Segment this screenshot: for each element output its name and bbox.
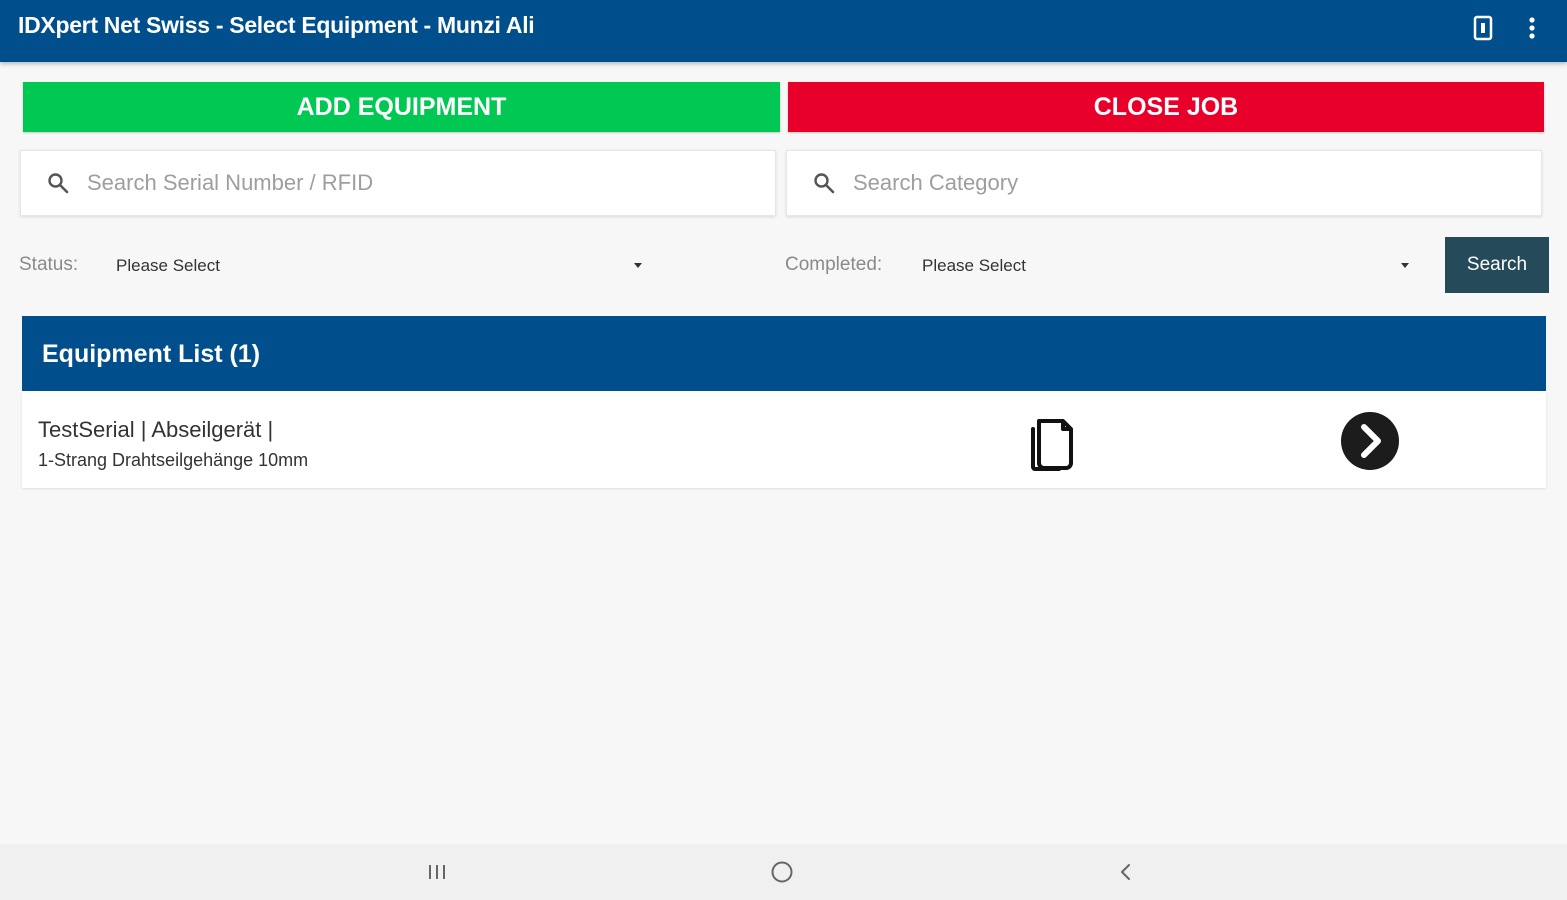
- close-job-button[interactable]: CLOSE JOB: [788, 82, 1544, 132]
- equipment-list-title: Equipment List (1): [42, 340, 261, 368]
- device-icon[interactable]: [1465, 10, 1501, 46]
- completed-select[interactable]: Please Select: [922, 246, 1414, 286]
- home-icon[interactable]: [762, 856, 802, 888]
- search-button[interactable]: Search: [1445, 237, 1549, 293]
- dropdown-arrow-icon: [1401, 263, 1409, 268]
- search-icon: [43, 168, 73, 198]
- back-icon[interactable]: [1106, 856, 1146, 888]
- list-item[interactable]: TestSerial | Abseilgerät | 1-Strang Drah…: [22, 391, 1546, 488]
- equipment-list-header: Equipment List (1): [22, 316, 1546, 391]
- completed-label: Completed:: [785, 254, 883, 275]
- search-icon: [809, 168, 839, 198]
- equipment-item-title: TestSerial | Abseilgerät |: [38, 417, 274, 442]
- category-search-field[interactable]: [786, 150, 1542, 216]
- serial-search-field[interactable]: [20, 150, 776, 216]
- completed-select-value: Please Select: [922, 256, 1026, 275]
- app-title: IDXpert Net Swiss - Select Equipment - M…: [18, 12, 535, 38]
- status-select[interactable]: Please Select: [116, 246, 646, 286]
- chevron-right-circle-icon[interactable]: [1339, 410, 1401, 472]
- status-label: Status:: [19, 254, 79, 275]
- copy-icon[interactable]: [1022, 410, 1080, 472]
- category-search-input[interactable]: [851, 169, 1451, 197]
- app-bar: IDXpert Net Swiss - Select Equipment - M…: [0, 0, 1567, 62]
- add-equipment-button[interactable]: ADD EQUIPMENT: [23, 82, 780, 132]
- dropdown-arrow-icon: [634, 263, 642, 268]
- system-nav-bar: [0, 844, 1567, 900]
- equipment-item-subtitle: 1-Strang Drahtseilgehänge 10mm: [38, 450, 309, 470]
- recent-apps-icon[interactable]: [417, 856, 457, 888]
- more-vert-icon[interactable]: [1514, 10, 1550, 46]
- serial-search-input[interactable]: [85, 169, 685, 197]
- status-select-value: Please Select: [116, 256, 220, 275]
